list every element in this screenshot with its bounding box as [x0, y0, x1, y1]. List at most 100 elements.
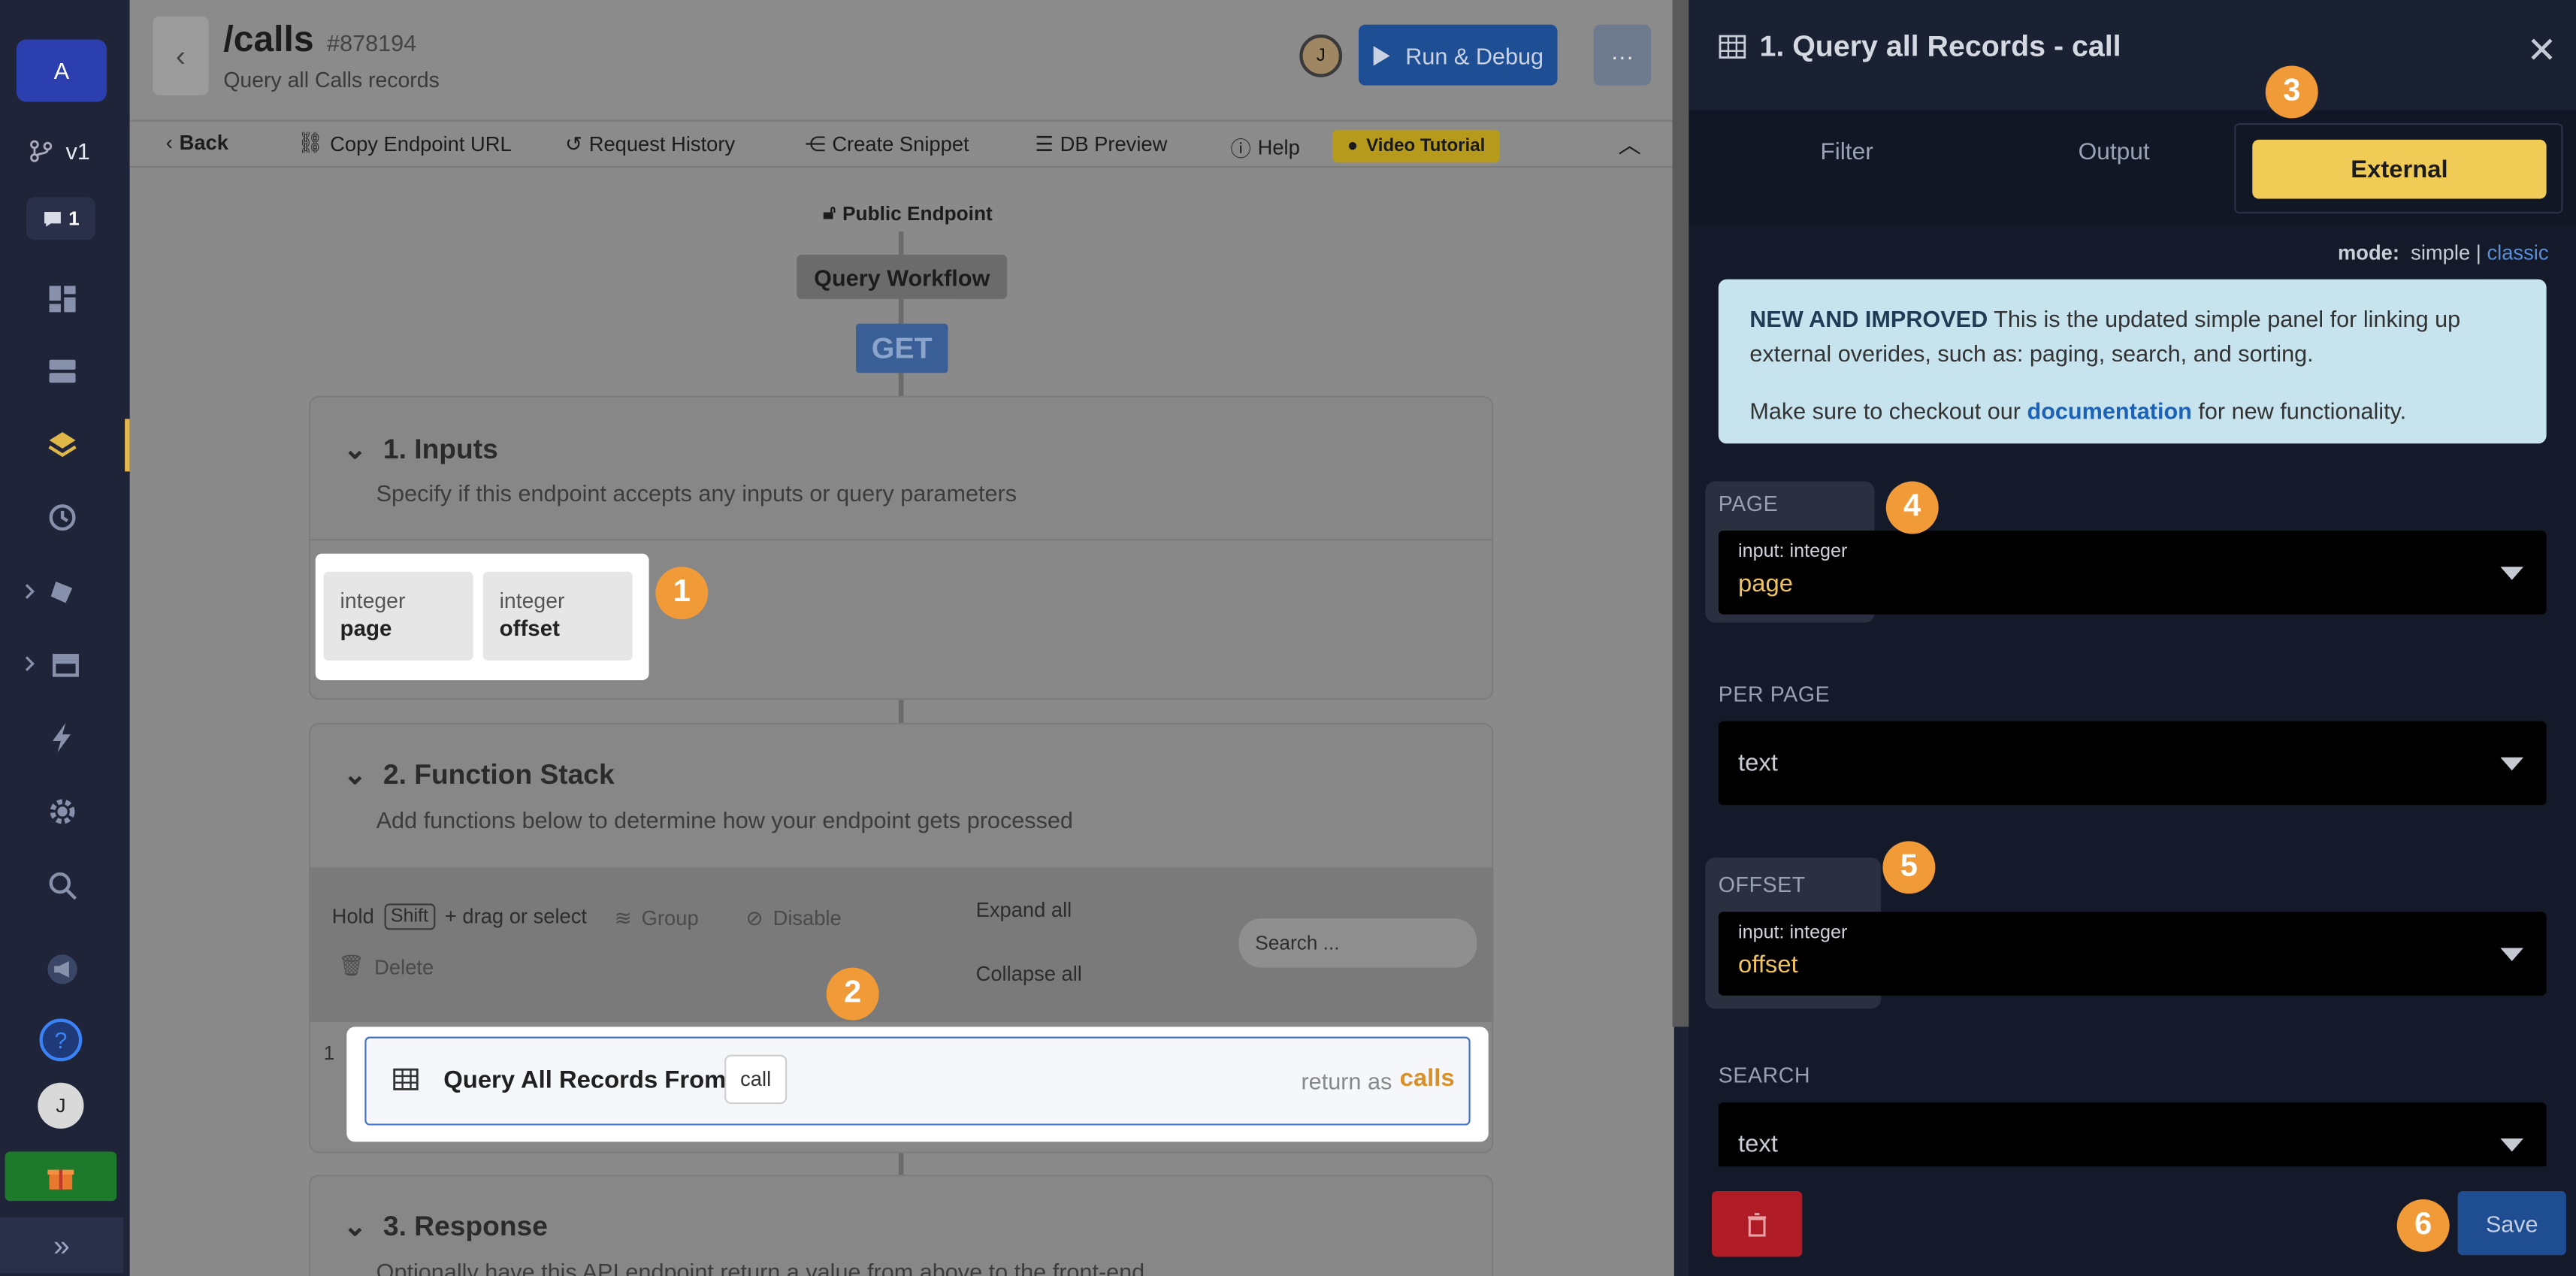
save-button[interactable]: Save — [2457, 1191, 2566, 1256]
dropdown-arrow-icon — [2500, 948, 2524, 961]
branch-selector[interactable]: v1 — [17, 129, 107, 174]
create-snippet-link[interactable]: ⋲ Create Snippet — [805, 132, 969, 156]
back-link[interactable]: ‹ Back — [166, 132, 228, 155]
trash-icon — [1748, 1211, 1767, 1236]
connector-line — [898, 373, 904, 398]
divider — [310, 539, 1492, 541]
comments-button[interactable]: 1 — [26, 197, 95, 240]
mode-classic[interactable]: classic — [2487, 241, 2548, 265]
help-link[interactable]: ⓘ Help — [1230, 132, 1299, 163]
back-arrow-icon[interactable]: ‹ — [153, 16, 209, 95]
mode-simple[interactable]: simple — [2411, 241, 2470, 265]
database-icon[interactable] — [39, 348, 85, 394]
tab-external[interactable]: External — [2252, 139, 2547, 199]
gear-icon[interactable] — [39, 788, 85, 834]
page-field-label: PAGE — [1718, 491, 1779, 516]
table-name-chip: call — [724, 1054, 788, 1105]
history-icon[interactable] — [39, 494, 85, 540]
megaphone-icon[interactable] — [39, 946, 85, 992]
dashboard-icon[interactable] — [39, 276, 85, 322]
mode-switch: mode: simple | classic — [2337, 241, 2549, 265]
documentation-link[interactable]: documentation — [2027, 398, 2192, 424]
public-endpoint-label: 🔓︎ Public Endpoint — [823, 200, 993, 225]
copy-endpoint-url-link[interactable]: ⛓ Copy Endpoint URL — [298, 132, 512, 156]
stack-search-input[interactable]: Search ... — [1238, 918, 1477, 968]
more-options-button[interactable]: ··· — [1593, 24, 1652, 86]
inputs-section-subtitle: Specify if this endpoint accepts any inp… — [376, 479, 1017, 506]
dropdown-arrow-icon — [2500, 757, 2524, 771]
response-section: ⌄ 3. Response Optionally have this API en… — [309, 1175, 1494, 1276]
api-layers-icon[interactable] — [39, 422, 85, 468]
chevron-left-icon: ‹ — [165, 131, 173, 155]
request-history-link[interactable]: ↺ Request History — [565, 132, 735, 156]
trash-icon: 🗑︎ — [338, 954, 365, 978]
video-tutorial-button[interactable]: ● Video Tutorial — [1332, 129, 1500, 163]
marketplace-icon[interactable] — [17, 641, 89, 687]
inputs-list: integer page integer offset — [315, 553, 649, 681]
info-icon: ⓘ — [1230, 138, 1251, 162]
user-avatar[interactable]: J — [38, 1082, 84, 1129]
gift-button[interactable] — [5, 1151, 117, 1202]
step-badge: 4 — [1885, 481, 1939, 534]
scrollbar[interactable] — [1672, 0, 1689, 1027]
run-debug-button[interactable]: Run & Debug — [1359, 24, 1558, 86]
query-function-label: Query All Records From — [443, 1066, 727, 1095]
bolt-icon[interactable] — [39, 715, 85, 760]
delete-function-button[interactable] — [1712, 1191, 1803, 1257]
search-icon[interactable] — [39, 863, 85, 909]
db-preview-link[interactable]: ☰ DB Preview — [1035, 132, 1167, 156]
expand-all-button[interactable]: Expand all — [976, 899, 1072, 922]
step-badge: 2 — [826, 967, 879, 1020]
comment-icon — [44, 210, 61, 226]
group-button[interactable]: ≋ Group — [615, 906, 699, 930]
collapse-all-button[interactable]: Collapse all — [976, 963, 1082, 986]
page-title: /calls — [223, 18, 314, 59]
endpoint-description: Query all Calls records — [223, 67, 440, 92]
tab-output[interactable]: Output — [2079, 140, 2150, 166]
share-icon: ⋲ — [805, 133, 826, 156]
disable-button[interactable]: ⊘ Disable — [746, 906, 842, 930]
delete-button[interactable]: 🗑︎ Delete — [338, 954, 434, 979]
query-workflow-label: Query Workflow — [797, 254, 1008, 299]
function-stack-title[interactable]: ⌄ 2. Function Stack — [343, 759, 615, 792]
toolbar: ‹ Back ⛓ Copy Endpoint URL ↺ Request Histor… — [129, 119, 1674, 168]
dropdown-arrow-icon — [2500, 1138, 2524, 1152]
collapse-toolbar-icon[interactable]: ︿ — [1618, 129, 1641, 162]
row-number: 1 — [323, 1042, 335, 1065]
step-badge: 5 — [1882, 841, 1936, 894]
search-field-label: SEARCH — [1718, 1063, 1811, 1088]
multi-select-hint: Hold Shift + drag or select — [332, 903, 587, 930]
panel-title: 1. Query all Records - call — [1719, 29, 2121, 64]
step-badge: 6 — [2396, 1199, 2450, 1252]
connector-line — [898, 298, 904, 324]
return-as-label: return as — [1301, 1068, 1392, 1095]
endpoint-editor: ‹ /calls #878194 Query all Calls records… — [129, 0, 1674, 1276]
branch-label: v1 — [65, 138, 90, 165]
inputs-section-title[interactable]: ⌄ 1. Inputs — [343, 434, 498, 467]
page-select[interactable]: input: integer page — [1718, 531, 2547, 615]
play-circle-icon: ● — [1347, 136, 1359, 156]
workspace-avatar[interactable]: A — [16, 39, 107, 102]
tab-filter[interactable]: Filter — [1820, 140, 1873, 166]
connector-line — [898, 231, 904, 255]
table-icon — [393, 1068, 419, 1099]
gift-icon — [47, 1169, 74, 1190]
input-item-offset[interactable]: integer offset — [482, 571, 633, 661]
chevron-down-icon: ⌄ — [343, 759, 367, 791]
response-subtitle: Optionally have this API endpoint return… — [376, 1258, 1145, 1276]
input-item-page[interactable]: integer page — [323, 571, 473, 661]
layers-icon: ≋ — [614, 906, 632, 930]
branch-icon — [30, 140, 53, 162]
eye-off-icon: ⊘ — [745, 906, 763, 930]
expand-sidebar-icon[interactable]: » — [0, 1217, 123, 1274]
return-variable: calls — [1399, 1064, 1455, 1093]
history-icon: ↺ — [565, 133, 582, 156]
per-page-select[interactable]: text — [1718, 721, 2547, 806]
offset-select[interactable]: input: integer offset — [1718, 912, 2547, 996]
tasks-icon[interactable] — [17, 568, 89, 614]
response-title[interactable]: ⌄ 3. Response — [343, 1211, 548, 1244]
table-icon — [1719, 35, 1746, 59]
close-icon[interactable]: ✕ — [2526, 29, 2556, 72]
info-notice: NEW AND IMPROVED This is the updated sim… — [1718, 279, 2547, 444]
help-icon[interactable]: ? — [39, 1018, 83, 1062]
